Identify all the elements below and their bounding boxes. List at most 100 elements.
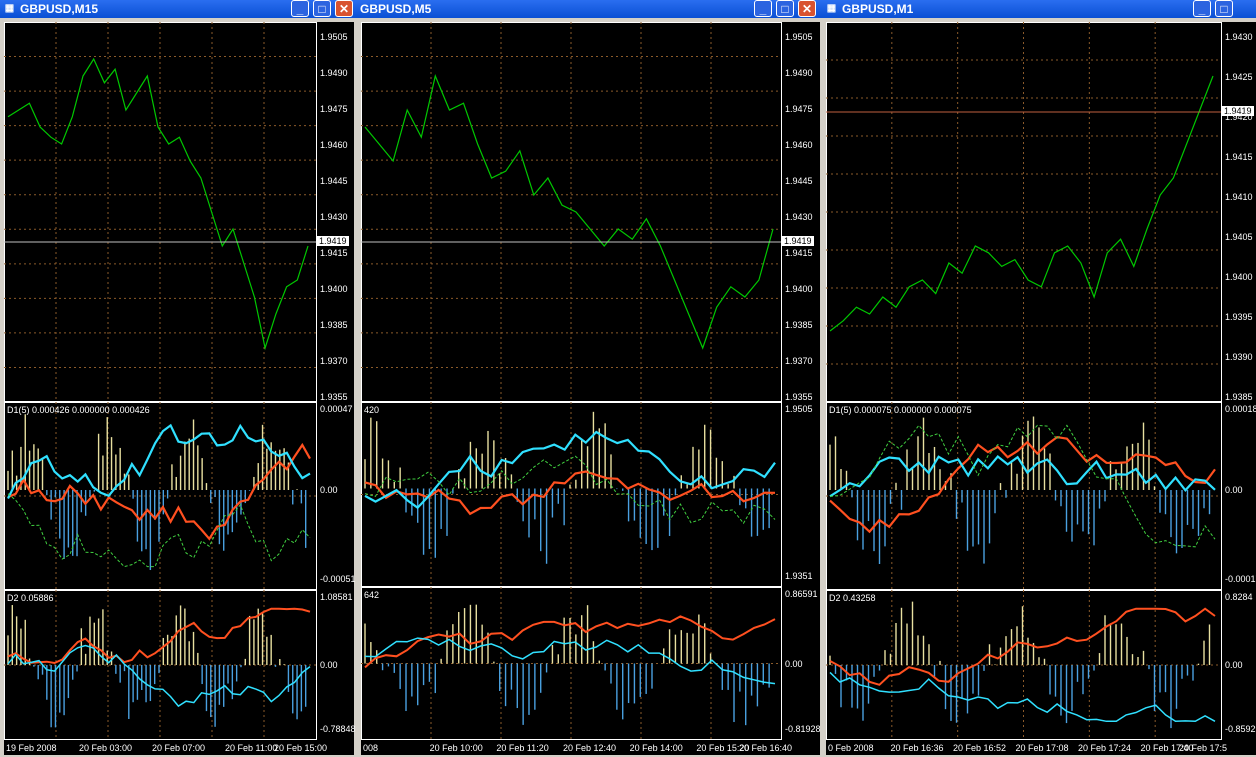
y-tick-label: 1.9420: [1225, 112, 1253, 122]
window-title: GBPUSD,M15: [20, 2, 99, 16]
window-titlebar[interactable]: GBPUSD,M5 _ □ ✕: [358, 0, 822, 18]
series-line: [364, 470, 776, 516]
minimize-button[interactable]: _: [754, 0, 772, 17]
window-title: GBPUSD,M5: [360, 2, 432, 16]
indicator-label: D2 0.05886: [7, 593, 54, 603]
y-tick-label: 1.9505: [320, 32, 348, 42]
indicator-bottom-label: -0.85929: [1225, 724, 1256, 734]
indicator-label: 642: [364, 590, 380, 600]
chart-window-icon: ▦: [4, 3, 15, 14]
y-tick-label: 1.9505: [785, 32, 813, 42]
x-tick-label: 19 Feb 2008: [6, 743, 57, 753]
chart-window-m1[interactable]: ▦ GBPUSD,M1 _ □ 1.9419 1.9430 1.9425 1.9420…: [822, 0, 1256, 757]
price-chart[interactable]: 1.9419 1.9505 1.9490 1.9475 1.9460 1.9445 1.94…: [4, 22, 356, 755]
indicator-bottom-label: -0.81928: [785, 724, 821, 734]
y-tick-label: 1.9385: [1225, 392, 1253, 402]
indicator-top-label: 0.00047: [320, 404, 353, 414]
x-tick-label: 20 Feb 14:00: [629, 743, 683, 753]
price-chart[interactable]: 1.9419 1.9505 1.9490 1.9475 1.9460 1.9445 1.94…: [361, 22, 821, 755]
indicator-bottom-label: -0.00017: [1225, 574, 1256, 584]
y-tick-label: 1.9430: [320, 212, 348, 222]
y-tick-label: 1.9415: [1225, 152, 1253, 162]
y-tick-label: 1.9490: [785, 68, 813, 78]
x-tick-label: 008: [363, 743, 379, 753]
indicator-top-label: 0.8284: [1225, 592, 1253, 602]
y-tick-label: 1.9400: [1225, 272, 1253, 282]
y-tick-label: 1.9425: [1225, 72, 1253, 82]
y-tick-label: 1.9460: [785, 140, 813, 150]
y-tick-label: 1.9410: [1225, 192, 1253, 202]
x-tick-label: 20 Feb 12:40: [563, 743, 617, 753]
y-tick-label: 1.9475: [320, 104, 348, 114]
close-button[interactable]: ✕: [335, 0, 353, 17]
indicator-top-label: 0.00018: [1225, 404, 1256, 414]
price-chart[interactable]: 1.9419 1.9430 1.9425 1.9420 1.9415 1.9410 1.94…: [826, 22, 1256, 755]
y-tick-label: 1.9460: [320, 140, 348, 150]
x-tick-label: 20 Feb 16:36: [890, 743, 944, 753]
indicator-top-label: 1.9505: [785, 404, 813, 414]
x-tick-label: 20 Feb 17:24: [1078, 743, 1132, 753]
y-tick-label: 1.9405: [1225, 232, 1253, 242]
indicator-top-label: 1.08581: [320, 592, 353, 602]
x-tick-label: 20 Feb 11:20: [496, 743, 549, 753]
indicator-label: 420: [364, 405, 380, 415]
series-line: [7, 607, 311, 665]
y-tick-label: 1.9355: [785, 392, 813, 402]
indicator-label: D2 0.43258: [829, 593, 876, 603]
series-line: [364, 74, 774, 350]
indicator-mid-label: 0.00: [1225, 485, 1243, 495]
minimize-button[interactable]: _: [1193, 0, 1211, 17]
y-tick-label: 1.9445: [785, 176, 813, 186]
minimize-button[interactable]: _: [291, 0, 309, 17]
maximize-button[interactable]: □: [776, 0, 794, 17]
indicator-bottom-label: -0.78848: [320, 724, 356, 734]
window-title: GBPUSD,M1: [842, 2, 914, 16]
series-line: [364, 455, 776, 525]
x-tick-label: 20 Feb 07:00: [152, 743, 206, 753]
y-tick-label: 1.9475: [785, 104, 813, 114]
indicator-bottom-label: 1.9351: [785, 571, 813, 581]
chart-window-m15[interactable]: ▦ GBPUSD,M15 _ □ ✕ 1.9419 1.9505 1.9490 1.9…: [0, 0, 358, 757]
window-titlebar[interactable]: ▦ GBPUSD,M15 _ □ ✕: [0, 0, 358, 18]
y-tick-label: 1.9390: [1225, 352, 1253, 362]
indicator-mid-label: 0.00: [1225, 660, 1243, 670]
chart-window-m5[interactable]: GBPUSD,M5 _ □ ✕ 1.9419 1.9505 1.9490 1.9475…: [358, 0, 822, 757]
indicator-top-label: 0.86591: [785, 589, 818, 599]
y-tick-label: 1.9370: [785, 356, 813, 366]
maximize-button[interactable]: □: [313, 0, 331, 17]
y-tick-label: 1.9430: [785, 212, 813, 222]
close-button[interactable]: ✕: [798, 0, 816, 17]
y-tick-label: 1.9490: [320, 68, 348, 78]
x-tick-label: 0 Feb 2008: [828, 743, 874, 753]
indicator-label: D1(5) 0.000075 0.000000 0.000075: [829, 405, 972, 415]
series-line: [829, 671, 1216, 723]
window-titlebar[interactable]: ▦ GBPUSD,M1 _ □: [822, 0, 1256, 18]
y-tick-label: 1.9415: [785, 248, 813, 258]
x-tick-label: 20 Feb 17:5: [1179, 743, 1228, 753]
x-tick-label: 20 Feb 15:00: [274, 743, 328, 753]
y-tick-label: 1.9430: [1225, 32, 1253, 42]
x-tick-label: 20 Feb 16:40: [739, 743, 793, 753]
x-tick-label: 20 Feb 16:52: [953, 743, 1007, 753]
x-tick-label: 20 Feb 17:08: [1015, 743, 1069, 753]
series-line: [7, 423, 311, 499]
chart-canvas: [4, 22, 317, 740]
y-tick-label: 1.9400: [320, 284, 348, 294]
price-tag: 1.9419: [782, 236, 814, 246]
x-tick-label: 20 Feb 11:00: [225, 743, 278, 753]
series-line: [7, 644, 311, 708]
maximize-button[interactable]: □: [1215, 0, 1233, 17]
indicator-label: D1(5) 0.000426 0.000000 0.000426: [7, 405, 150, 415]
price-tag: 1.9419: [317, 236, 349, 246]
y-tick-label: 1.9355: [320, 392, 348, 402]
y-tick-label: 1.9370: [320, 356, 348, 366]
x-tick-label: 20 Feb 10:00: [429, 743, 483, 753]
chart-window-icon: ▦: [826, 3, 837, 14]
indicator-mid-label: 0.00: [320, 660, 338, 670]
series-line: [7, 57, 309, 351]
y-tick-label: 1.9385: [785, 320, 813, 330]
y-tick-label: 1.9395: [1225, 312, 1253, 322]
y-tick-label: 1.9445: [320, 176, 348, 186]
chart-canvas: [361, 22, 782, 740]
indicator-mid-label: 0.00: [320, 485, 338, 495]
